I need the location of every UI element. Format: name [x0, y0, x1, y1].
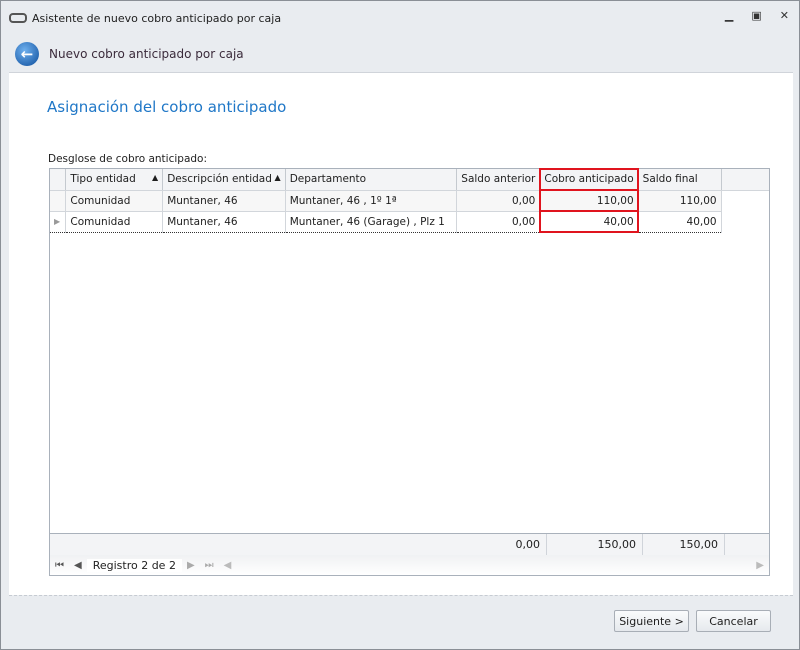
column-label: Tipo entidad — [70, 173, 136, 186]
total-saldo-final: 150,00 — [643, 534, 725, 555]
cell[interactable]: Muntaner, 46 , 1º 1ª — [285, 190, 458, 212]
row-indicator — [50, 190, 67, 212]
cell[interactable]: Comunidad — [65, 190, 164, 212]
close-button[interactable]: ✕ — [780, 9, 789, 22]
grid-header-row: Tipo entidad ▲ Descripción entidad ▲ Depar… — [50, 168, 769, 191]
cell[interactable]: 0,00 — [456, 210, 541, 233]
wizard-footer: Siguiente > Cancelar — [9, 595, 793, 643]
record-counter: Registro 2 de 2 — [86, 558, 182, 572]
scroll-left-icon[interactable]: ◀ — [219, 560, 237, 571]
total-saldo-anterior: 0,00 — [50, 534, 547, 555]
prev-record-icon[interactable]: ◀ — [69, 560, 87, 571]
minimize-button[interactable]: ▁ — [725, 9, 733, 22]
grid-label: Desglose de cobro anticipado: — [48, 153, 208, 165]
cell[interactable]: Muntaner, 46 — [162, 210, 286, 233]
column-header[interactable]: Departamento — [285, 169, 458, 191]
totals-footer: 0,00 150,00 150,00 — [50, 533, 769, 555]
next-record-icon[interactable]: ▶ — [182, 560, 200, 571]
current-row-arrow-icon: ▶ — [50, 210, 67, 233]
column-label: Descripción entidad — [167, 173, 272, 186]
empty-cell — [721, 211, 769, 232]
window-title: Asistente de nuevo cobro anticipado por … — [32, 11, 282, 25]
cell[interactable]: 110,00 — [538, 189, 640, 212]
first-record-icon[interactable]: ⏮ — [50, 560, 69, 571]
empty-cell — [721, 190, 769, 211]
back-arrow-icon[interactable]: ← — [15, 41, 39, 66]
column-header[interactable]: Tipo entidad ▲ — [65, 169, 164, 191]
sort-ascending-icon: ▲ — [152, 173, 159, 183]
row-indicator-header — [50, 169, 67, 191]
cell[interactable]: Muntaner, 46 (Garage) , Plz 1 — [285, 210, 458, 233]
column-header[interactable]: Saldo final — [638, 169, 722, 191]
total-cobro-anticipado: 150,00 — [547, 534, 643, 555]
record-navigator: ⏮ ◀ Registro 2 de 2 ▶ ⏭ ◀ ▶ — [50, 555, 769, 575]
wizard-window: Asistente de nuevo cobro anticipado por … — [0, 0, 800, 650]
column-header[interactable]: Descripción entidad ▲ — [162, 169, 286, 191]
cell[interactable]: 40,00 — [638, 210, 722, 233]
last-record-icon[interactable]: ⏭ — [200, 560, 219, 571]
cancel-button[interactable]: Cancelar — [696, 610, 771, 632]
breakdown-grid[interactable]: Tipo entidad ▲ Descripción entidad ▲ Depar… — [49, 168, 770, 576]
column-header[interactable]: Cobro anticipado — [538, 168, 640, 191]
cell[interactable]: Comunidad — [65, 210, 164, 233]
title-bar: Asistente de nuevo cobro anticipado por … — [1, 1, 799, 35]
column-header[interactable]: Saldo anterior — [456, 169, 541, 191]
wizard-header: ← Nuevo cobro anticipado por caja — [9, 35, 793, 73]
wizard-header-title: Nuevo cobro anticipado por caja — [49, 46, 244, 61]
cell[interactable]: 0,00 — [456, 190, 541, 212]
cell[interactable]: 110,00 — [638, 190, 722, 212]
page-title: Asignación del cobro anticipado — [47, 98, 287, 116]
wizard-content: Asignación del cobro anticipado Desglose… — [9, 73, 793, 595]
table-row[interactable]: Comunidad Muntaner, 46 Muntaner, 46 , 1º… — [50, 189, 769, 212]
maximize-button[interactable]: ▣ — [751, 9, 761, 22]
sort-ascending-icon: ▲ — [274, 173, 281, 183]
next-button[interactable]: Siguiente > — [614, 610, 689, 632]
empty-header — [721, 169, 769, 191]
scroll-right-icon[interactable]: ▶ — [751, 560, 769, 571]
cell[interactable]: Muntaner, 46 — [162, 190, 286, 212]
cell[interactable]: 40,00 — [538, 210, 640, 233]
table-row[interactable]: ▶ Comunidad Muntaner, 46 Muntaner, 46 (G… — [50, 210, 769, 233]
app-link-icon — [9, 13, 27, 23]
